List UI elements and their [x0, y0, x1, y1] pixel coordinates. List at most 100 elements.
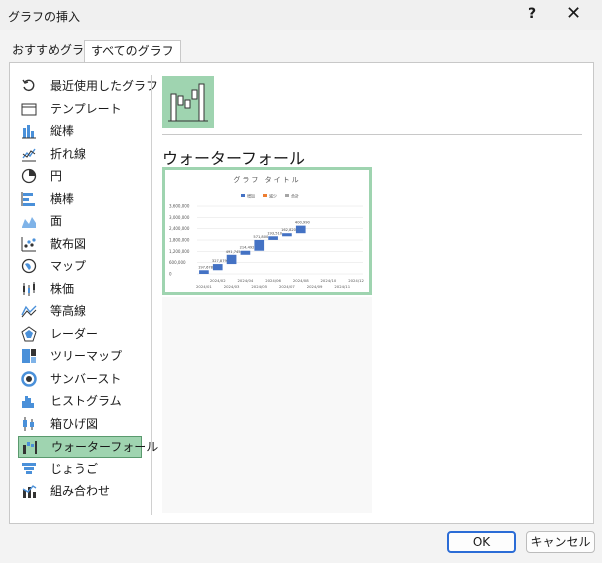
sidebar-item-recent[interactable]: 最近使用したグラフ [18, 76, 158, 96]
sidebar-item-surface-chart[interactable]: 等高線 [18, 301, 140, 321]
waterfall-bar [254, 239, 265, 251]
funnel-chart-icon [22, 462, 36, 474]
sidebar-item-funnel-chart[interactable]: じょうご [18, 459, 140, 479]
waterfall-bar [295, 225, 306, 234]
chart-panel: 最近使用したグラフテンプレート縦棒折れ線円横棒面散布図マップ株価等高線レーダーツ… [9, 62, 594, 524]
preview-area [162, 297, 372, 513]
data-label: 214,492 [240, 246, 255, 250]
sidebar-item-area-chart[interactable]: 面 [18, 211, 140, 231]
x-tick-label: 2024/04 [238, 278, 254, 283]
x-tick-label: 2024/09 [307, 284, 323, 289]
sidebar-item-label: じょうご [50, 461, 99, 476]
sidebar-item-pie-chart[interactable]: 円 [18, 166, 140, 186]
line-chart-icon [22, 148, 36, 161]
sidebar-item-label: 株価 [50, 281, 75, 296]
sidebar-item-column-chart[interactable]: 縦棒 [18, 121, 140, 141]
sidebar-item-label: レーダー [50, 326, 99, 341]
legend-entry: 合計 [291, 193, 299, 199]
sidebar-item-waterfall-chart[interactable]: ウォーターフォール [18, 436, 158, 458]
map-chart-icon [21, 258, 37, 274]
x-tick-label: 2024/05 [251, 284, 267, 289]
y-tick-label: 3,000,000 [169, 215, 190, 220]
data-label: 400,990 [295, 221, 311, 225]
cancel-button[interactable]: キャンセル [526, 531, 595, 553]
sidebar-item-boxwhisker-chart[interactable]: 箱ひげ図 [18, 414, 140, 434]
scatter-chart-icon [21, 236, 36, 251]
data-label: 197,678 [198, 265, 214, 269]
sidebar-item-line-chart[interactable]: 折れ線 [18, 144, 140, 164]
sidebar-item-label: ヒストグラム [50, 394, 122, 408]
sidebar-item-label: ツリーマップ [50, 349, 123, 363]
boxwhisker-chart-icon [23, 416, 34, 431]
x-tick-label: 2024/06 [265, 278, 281, 283]
y-tick-label: 1,200,000 [169, 249, 190, 254]
y-tick-label: 2,400,000 [169, 226, 190, 231]
bar-chart-icon [21, 191, 35, 206]
stock-chart-icon [23, 281, 35, 296]
sidebar-item-label: テンプレート [50, 101, 122, 116]
sidebar-item-scatter-chart[interactable]: 散布図 [18, 234, 140, 254]
treemap-chart-icon [22, 349, 36, 363]
waterfall-bar [212, 264, 223, 271]
sidebar-item-stock-chart[interactable]: 株価 [18, 279, 140, 299]
waterfall-bar [226, 254, 237, 265]
header-rule [162, 134, 582, 135]
column-chart-icon [22, 125, 36, 139]
chart-title: グラフ タイトル [233, 175, 300, 184]
help-button[interactable]: ? [528, 6, 536, 22]
sidebar-item-bar-chart[interactable]: 横棒 [18, 189, 140, 209]
sidebar-item-radar-chart[interactable]: レーダー [18, 324, 140, 344]
sidebar-item-map-chart[interactable]: マップ [18, 256, 140, 276]
recent-icon [22, 79, 35, 92]
area-chart-icon [22, 217, 36, 228]
x-tick-label: 2024/12 [348, 278, 364, 283]
pie-chart-icon [21, 168, 37, 184]
tab-all-charts[interactable]: すべてのグラフ [84, 40, 181, 63]
legend-swatch [263, 194, 267, 197]
waterfall-chart-icon [23, 441, 37, 454]
divider [151, 75, 152, 515]
sidebar-item-treemap-chart[interactable]: ツリーマップ [18, 346, 140, 366]
subtype-waterfall-thumbnail[interactable] [162, 76, 214, 128]
sidebar-item-histogram-chart[interactable]: ヒストグラム [18, 391, 140, 411]
sidebar-item-sunburst-chart[interactable]: サンバースト [18, 369, 140, 389]
data-label: 327,879 [212, 259, 228, 263]
chart-preview[interactable]: グラフ タイトル 増加 減少 合計 3,600,000 3,000,000 2,400,00… [162, 167, 372, 295]
data-label: 491,745 [226, 250, 241, 254]
sidebar-item-label: 箱ひげ図 [50, 416, 99, 431]
waterfall-bar [199, 270, 209, 274]
legend-entry: 減少 [269, 193, 277, 199]
radar-chart-icon [21, 325, 37, 341]
y-tick-label: 600,000 [169, 260, 186, 265]
sidebar-item-label: ウォーターフォール [51, 440, 159, 454]
sidebar-item-combo-chart[interactable]: 組み合わせ [18, 481, 140, 501]
x-tick-label: 2024/11 [334, 284, 350, 289]
waterfall-preview-chart: グラフ タイトル増加 減少 合計 3,600,000 3,000,000 2,400,00… [169, 175, 365, 289]
x-tick-label: 2024/08 [293, 278, 309, 283]
x-tick-label: 2024/10 [321, 278, 337, 283]
sidebar-item-label: 組み合わせ [50, 484, 111, 498]
y-tick-label: 1,800,000 [169, 238, 190, 243]
x-tick-label: 2024/01 [196, 284, 212, 289]
sidebar-item-template[interactable]: テンプレート [18, 99, 140, 119]
y-tick-label: 0 [169, 272, 172, 277]
close-button[interactable]: ✕ [566, 3, 581, 24]
sidebar-item-label: 面 [50, 214, 63, 228]
ok-button[interactable]: OK [447, 531, 516, 553]
sidebar-item-label: 等高線 [50, 304, 87, 318]
sidebar-item-label: マップ [50, 259, 87, 273]
histogram-chart-icon [22, 396, 34, 408]
chart-type-heading: ウォーターフォール [162, 149, 306, 168]
sidebar-item-label: サンバースト [50, 371, 122, 386]
combo-chart-icon [22, 485, 37, 498]
sidebar-item-label: 折れ線 [50, 146, 87, 161]
waterfall-bar [282, 233, 292, 237]
title-bar: グラフの挿入 ? ✕ [0, 0, 602, 30]
data-label: 162,820 [281, 228, 297, 232]
y-tick-label: 3,600,000 [169, 204, 190, 209]
waterfall-chart-icon [168, 83, 208, 122]
surface-chart-icon [21, 305, 37, 318]
waterfall-bar [240, 250, 251, 255]
sidebar-item-label: 横棒 [50, 191, 75, 206]
sidebar-item-label: 円 [50, 169, 63, 183]
